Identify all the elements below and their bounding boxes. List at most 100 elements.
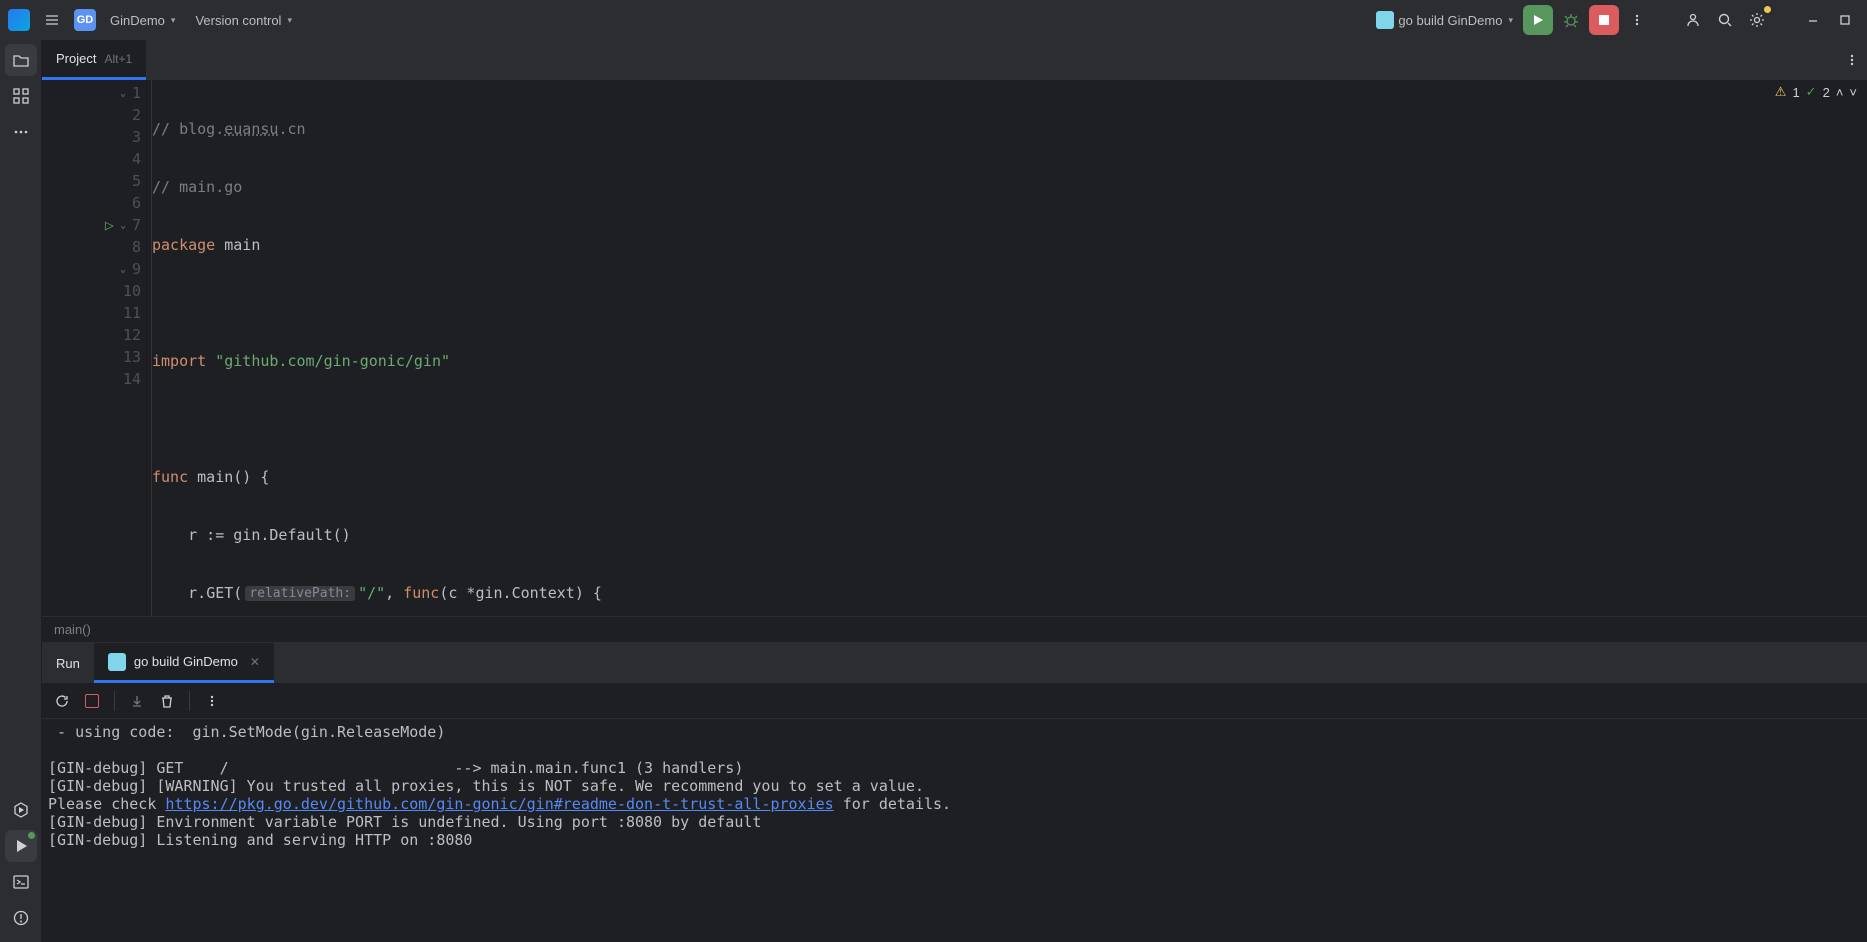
gear-icon — [1749, 12, 1765, 28]
run-button[interactable] — [1523, 5, 1553, 35]
fold-icon[interactable]: ⌄ — [120, 88, 126, 99]
bug-icon — [1563, 12, 1579, 28]
line-number: 14 — [123, 370, 141, 388]
chevron-up-icon[interactable]: ˄ — [1836, 85, 1844, 100]
chevron-down-icon[interactable]: ˅ — [1849, 85, 1857, 100]
breadcrumb-bar: main() — [42, 616, 1867, 642]
project-name: GinDemo — [110, 13, 165, 28]
kebab-icon — [205, 694, 219, 708]
run-panel: Run go build GinDemo ✕ — [42, 642, 1867, 942]
line-number: 4 — [132, 150, 141, 168]
dots-icon — [12, 123, 30, 141]
run-more-actions[interactable] — [200, 689, 224, 713]
editor-tabbar: Project Alt+1 — [42, 40, 1867, 80]
more-tools-button[interactable] — [5, 116, 37, 148]
run-config-label: go build GinDemo — [1398, 13, 1502, 28]
console-line: [GIN-debug] Environment variable PORT is… — [48, 813, 761, 831]
play-icon — [1531, 13, 1545, 27]
titlebar: GD GinDemo Version control go build GinD… — [0, 0, 1867, 40]
project-tab[interactable]: Project Alt+1 — [42, 40, 146, 80]
console-line: [GIN-debug] Listening and serving HTTP o… — [48, 831, 472, 849]
editor[interactable]: ⚠ 1 ✓ 2 ˄ ˅ ⌄1 2 3 4 5 6 ▷⌄7 8 ⌄9 10 11 … — [42, 80, 1867, 616]
vcs-dropdown[interactable]: Version control — [189, 9, 298, 32]
warning-circle-icon — [12, 909, 30, 927]
run-tabs: Run go build GinDemo ✕ — [42, 643, 1867, 683]
stop-icon — [85, 694, 99, 708]
run-config-dropdown[interactable]: go build GinDemo — [1370, 7, 1519, 33]
line-number: 1 — [132, 84, 141, 102]
separator — [189, 691, 190, 711]
hamburger-icon — [44, 12, 60, 28]
gutter: ⌄1 2 3 4 5 6 ▷⌄7 8 ⌄9 10 11 12 13 14 — [42, 80, 152, 616]
terminal-icon — [12, 873, 30, 891]
app-logo — [8, 9, 30, 31]
main-menu-button[interactable] — [38, 6, 66, 34]
clear-all-button[interactable] — [155, 689, 179, 713]
stop-button[interactable] — [1589, 5, 1619, 35]
settings-button[interactable] — [1743, 6, 1771, 34]
left-tool-strip — [0, 40, 42, 942]
check-icon: ✓ — [1806, 84, 1817, 100]
console-output[interactable]: - using code: gin.SetMode(gin.ReleaseMod… — [42, 719, 1867, 942]
run-config-tab[interactable]: go build GinDemo ✕ — [94, 643, 274, 683]
line-number: 12 — [123, 326, 141, 344]
line-number: 13 — [123, 348, 141, 366]
project-badge: GD — [74, 9, 96, 31]
services-tool-button[interactable] — [5, 794, 37, 826]
down-arrow-bar-icon — [129, 693, 145, 709]
person-icon — [1685, 12, 1701, 28]
warning-icon: ⚠ — [1775, 84, 1787, 100]
separator — [114, 691, 115, 711]
rerun-button[interactable] — [50, 689, 74, 713]
warning-count: 1 — [1792, 85, 1799, 100]
minimize-window[interactable] — [1799, 6, 1827, 34]
maximize-window[interactable] — [1831, 6, 1859, 34]
hex-play-icon — [12, 801, 30, 819]
stop-icon — [1598, 14, 1610, 26]
refresh-icon — [54, 693, 70, 709]
tab-shortcut: Alt+1 — [104, 52, 132, 66]
line-number: 5 — [132, 172, 141, 190]
go-icon — [1376, 11, 1394, 29]
terminal-tool-button[interactable] — [5, 866, 37, 898]
breadcrumb[interactable]: main() — [54, 622, 91, 637]
run-config-tab-label: go build GinDemo — [134, 654, 238, 669]
debug-button[interactable] — [1557, 6, 1585, 34]
structure-icon — [12, 87, 30, 105]
scroll-to-end-button[interactable] — [125, 689, 149, 713]
code-area[interactable]: // blog.euansu.cn // main.go package mai… — [152, 80, 1867, 616]
project-tool-button[interactable] — [5, 44, 37, 76]
run-tab[interactable]: Run — [42, 643, 94, 683]
line-number: 6 — [132, 194, 141, 212]
run-line-icon[interactable]: ▷ — [105, 216, 114, 234]
inspections-widget[interactable]: ⚠ 1 ✓ 2 ˄ ˅ — [1775, 84, 1857, 100]
run-tab-label: Run — [56, 656, 80, 671]
line-number: 10 — [123, 282, 141, 300]
problems-tool-button[interactable] — [5, 902, 37, 934]
line-number: 11 — [123, 304, 141, 322]
ok-count: 2 — [1823, 85, 1830, 100]
tab-actions[interactable] — [1837, 40, 1867, 80]
close-icon[interactable]: ✕ — [250, 655, 260, 669]
structure-tool-button[interactable] — [5, 80, 37, 112]
more-run-actions[interactable] — [1623, 6, 1651, 34]
tab-label: Project — [56, 51, 96, 66]
line-number: 7 — [132, 216, 141, 234]
line-number: 2 — [132, 106, 141, 124]
project-dropdown[interactable]: GinDemo — [104, 9, 181, 32]
run-tool-button[interactable] — [5, 830, 37, 862]
line-number: 9 — [132, 260, 141, 278]
console-link[interactable]: https://pkg.go.dev/github.com/gin-gonic/… — [165, 795, 833, 813]
console-line: - using code: gin.SetMode(gin.ReleaseMod… — [48, 723, 445, 741]
search-everywhere-button[interactable] — [1711, 6, 1739, 34]
line-number: 3 — [132, 128, 141, 146]
trash-icon — [159, 693, 175, 709]
fold-icon[interactable]: ⌄ — [120, 220, 126, 231]
console-line: [GIN-debug] [WARNING] You trusted all pr… — [48, 777, 924, 795]
fold-icon[interactable]: ⌄ — [120, 264, 126, 275]
minimize-icon — [1806, 13, 1820, 27]
console-line: Please check https://pkg.go.dev/github.c… — [48, 795, 951, 813]
stop-run-button[interactable] — [80, 689, 104, 713]
code-with-me-button[interactable] — [1679, 6, 1707, 34]
search-icon — [1717, 12, 1733, 28]
